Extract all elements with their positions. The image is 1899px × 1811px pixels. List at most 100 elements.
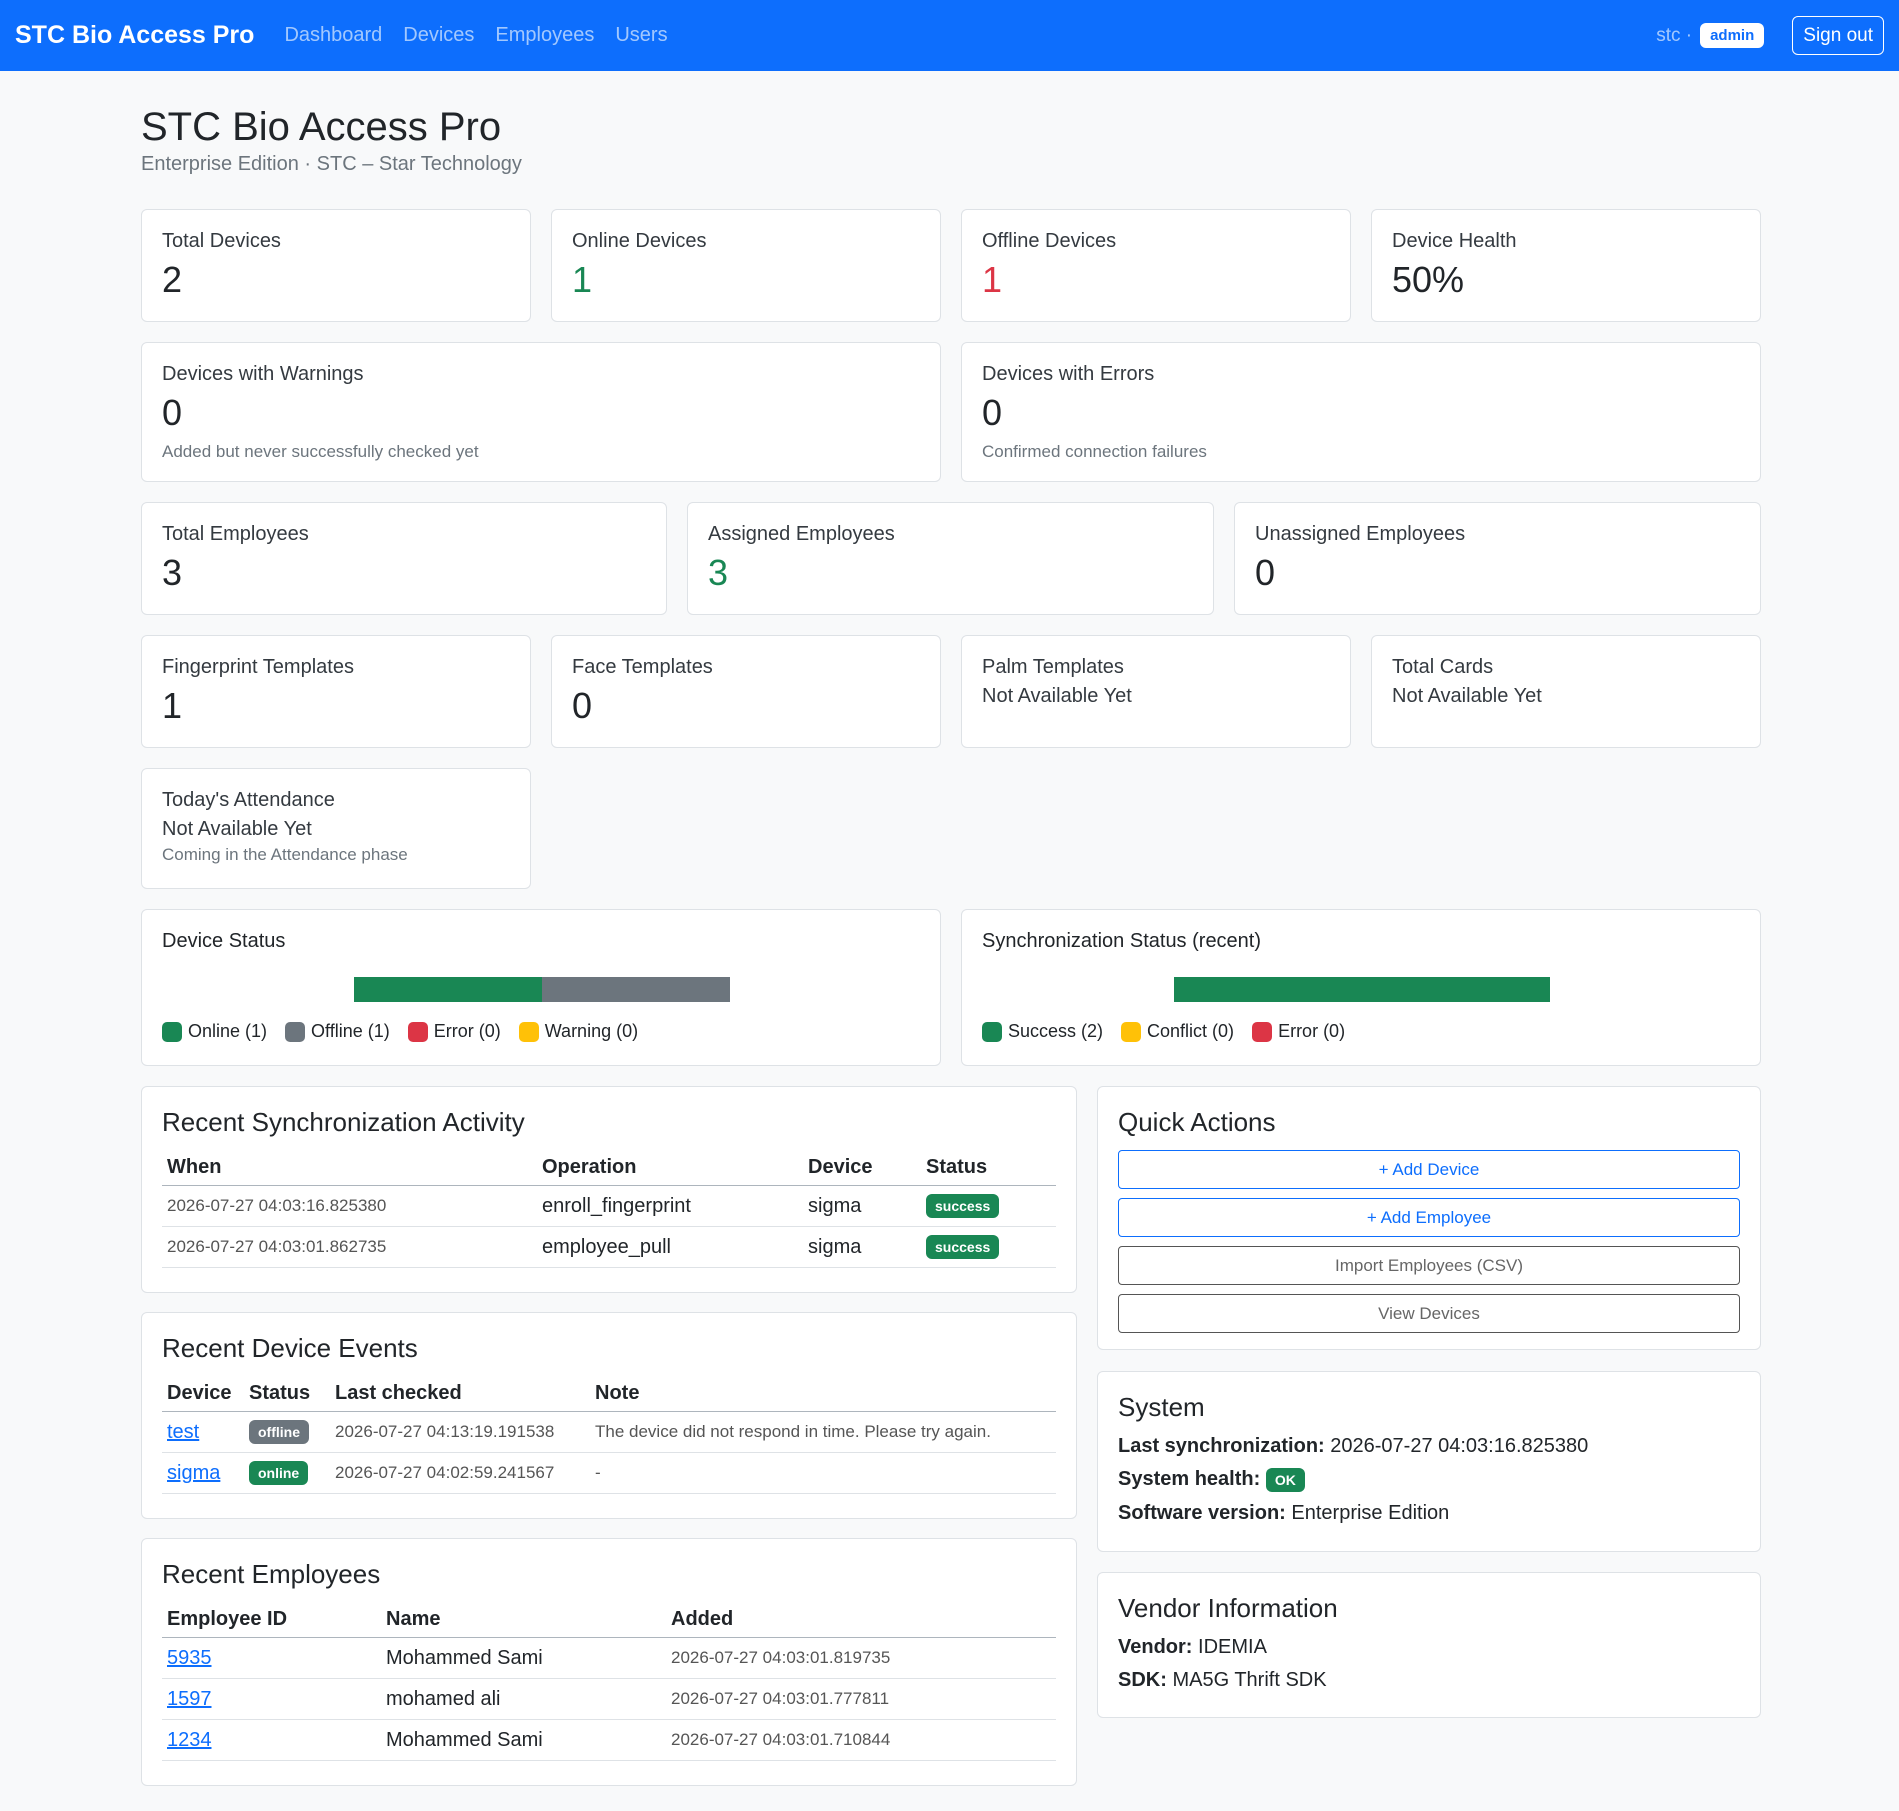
stat-note: Coming in the Attendance phase bbox=[162, 845, 408, 864]
status-cell: online bbox=[244, 1452, 330, 1494]
column-header: Operation bbox=[537, 1150, 803, 1186]
employee-id-cell: 1234 bbox=[162, 1719, 381, 1761]
stat-value: Not Available Yet bbox=[982, 685, 1132, 707]
stat-note: Added but never successfully checked yet bbox=[162, 442, 479, 461]
table-row: 1234 Mohammed Sami 2026-07-27 04:03:01.7… bbox=[162, 1719, 1056, 1761]
import-employees-button[interactable]: Import Employees (CSV) bbox=[1118, 1246, 1740, 1285]
stat-card-total-devices: Total Devices 2 bbox=[141, 209, 531, 322]
legend-label: Online (1) bbox=[188, 1021, 268, 1041]
last-sync-label: Last synchronization: bbox=[1118, 1435, 1325, 1457]
legend-swatch-icon bbox=[982, 1021, 1002, 1042]
status-badge: offline bbox=[249, 1420, 309, 1444]
device-status-card: Device Status Online (1) Offline (1) Error… bbox=[141, 909, 941, 1066]
sdk-row: SDK: MA5G Thrift SDK bbox=[1118, 1669, 1740, 1692]
recent-employees-table: Employee ID Name Added 5935 Mohammed Sam… bbox=[162, 1602, 1056, 1761]
brand-logo[interactable]: STC Bio Access Pro bbox=[15, 21, 254, 50]
stat-card-total-cards: Total Cards Not Available Yet bbox=[1371, 635, 1761, 748]
add-device-button[interactable]: + Add Device bbox=[1118, 1150, 1740, 1189]
stat-card-online-devices: Online Devices 1 bbox=[551, 209, 941, 322]
legend-swatch-icon bbox=[518, 1021, 539, 1042]
employee-link[interactable]: 5935 bbox=[167, 1647, 212, 1669]
employee-added: 2026-07-27 04:03:01.819735 bbox=[666, 1637, 1056, 1679]
legend-swatch-icon bbox=[162, 1021, 182, 1042]
stat-value: 3 bbox=[708, 552, 729, 593]
device-link-test[interactable]: test bbox=[167, 1421, 199, 1443]
event-note: The device did not respond in time. Plea… bbox=[590, 1411, 1056, 1453]
sync-device: sigma bbox=[803, 1185, 921, 1227]
nav-employees[interactable]: Employees bbox=[495, 24, 594, 47]
nav-dashboard[interactable]: Dashboard bbox=[284, 24, 382, 47]
stat-label: Online Devices bbox=[572, 230, 707, 252]
employee-added: 2026-07-27 04:03:01.710844 bbox=[666, 1719, 1056, 1761]
stat-label: Devices with Warnings bbox=[162, 363, 364, 385]
stat-label: Unassigned Employees bbox=[1255, 523, 1466, 545]
sdk-label: SDK: bbox=[1118, 1669, 1167, 1691]
nav-users[interactable]: Users bbox=[615, 24, 667, 47]
table-row: 2026-07-27 04:03:01.862735 employee_pull… bbox=[162, 1226, 1056, 1268]
device-cell: sigma bbox=[162, 1452, 244, 1494]
stat-card-warnings: Devices with Warnings 0 Added but never … bbox=[141, 342, 941, 482]
stat-value: Not Available Yet bbox=[1392, 685, 1542, 707]
stat-card-device-health: Device Health 50% bbox=[1371, 209, 1761, 322]
stat-card-palm-templates: Palm Templates Not Available Yet bbox=[961, 635, 1351, 748]
legend-label: Error (0) bbox=[1278, 1021, 1346, 1041]
sync-status-title: Synchronization Status (recent) bbox=[982, 930, 1262, 952]
bar-segment-offline bbox=[542, 977, 730, 1002]
add-employee-button[interactable]: + Add Employee bbox=[1118, 1198, 1740, 1237]
view-devices-button[interactable]: View Devices bbox=[1118, 1294, 1740, 1333]
stat-card-fingerprint-templates: Fingerprint Templates 1 bbox=[141, 635, 531, 748]
legend-label: Warning (0) bbox=[544, 1021, 639, 1041]
stat-value: 0 bbox=[982, 392, 1003, 433]
nav-user-area: stc · admin Sign out bbox=[1656, 16, 1884, 55]
stat-card-unassigned-employees: Unassigned Employees 0 bbox=[1234, 502, 1761, 615]
page-title: STC Bio Access Pro bbox=[141, 105, 502, 149]
stat-label: Devices with Errors bbox=[982, 363, 1155, 385]
sync-activity-card: Recent Synchronization Activity When Ope… bbox=[141, 1086, 1077, 1293]
column-header: Device bbox=[162, 1376, 244, 1412]
device-link-sigma[interactable]: sigma bbox=[167, 1462, 220, 1484]
stat-label: Total Devices bbox=[162, 230, 281, 252]
sync-when: 2026-07-27 04:03:01.862735 bbox=[162, 1226, 537, 1268]
legend-swatch-icon bbox=[407, 1021, 428, 1042]
legend-item: Error (0) bbox=[1252, 1021, 1345, 1042]
vendor-title: Vendor Information bbox=[1118, 1593, 1338, 1623]
stat-card-face-templates: Face Templates 0 bbox=[551, 635, 941, 748]
software-version-row: Software version: Enterprise Edition bbox=[1118, 1502, 1740, 1525]
table-row: 2026-07-27 04:03:16.825380 enroll_finger… bbox=[162, 1185, 1056, 1227]
stat-value: 1 bbox=[162, 685, 183, 726]
column-header: Added bbox=[666, 1602, 1056, 1638]
stat-card-errors: Devices with Errors 0 Confirmed connecti… bbox=[961, 342, 1761, 482]
stat-label: Total Employees bbox=[162, 523, 309, 545]
vendor-value: IDEMIA bbox=[1198, 1636, 1267, 1658]
legend-label: Success (2) bbox=[1008, 1021, 1104, 1041]
legend-item: Success (2) bbox=[982, 1021, 1103, 1042]
employee-link[interactable]: 1597 bbox=[167, 1688, 212, 1710]
status-badge: success bbox=[926, 1194, 1000, 1218]
vendor-row: Vendor: IDEMIA bbox=[1118, 1636, 1740, 1659]
legend-swatch-icon bbox=[1121, 1021, 1142, 1042]
software-version-label: Software version: bbox=[1118, 1502, 1286, 1524]
stat-value: 3 bbox=[162, 552, 183, 593]
recent-employees-card: Recent Employees Employee ID Name Added … bbox=[141, 1538, 1077, 1786]
stat-value: 0 bbox=[162, 392, 183, 433]
page-subtitle: Enterprise Edition · STC – Star Technolo… bbox=[141, 153, 522, 175]
employee-link[interactable]: 1234 bbox=[167, 1729, 212, 1751]
last-sync-value: 2026-07-27 04:03:16.825380 bbox=[1330, 1435, 1589, 1457]
table-row: test offline 2026-07-27 04:13:19.191538 … bbox=[162, 1411, 1056, 1453]
event-note: - bbox=[590, 1452, 1056, 1494]
legend-swatch-icon bbox=[1252, 1021, 1273, 1042]
sync-status-card: Synchronization Status (recent) Success … bbox=[961, 909, 1761, 1066]
device-status-title: Device Status bbox=[162, 930, 286, 952]
signout-button[interactable]: Sign out bbox=[1792, 16, 1884, 55]
top-navbar: STC Bio Access Pro Dashboard Devices Emp… bbox=[0, 0, 1899, 71]
status-cell: offline bbox=[244, 1411, 330, 1453]
stat-label: Today's Attendance bbox=[162, 789, 335, 811]
last-sync-row: Last synchronization: 2026-07-27 04:03:1… bbox=[1118, 1435, 1740, 1458]
sync-status-bar bbox=[1174, 977, 1550, 1002]
nav-devices[interactable]: Devices bbox=[403, 24, 474, 47]
column-header: Last checked bbox=[330, 1376, 590, 1412]
sync-when: 2026-07-27 04:03:16.825380 bbox=[162, 1185, 537, 1227]
stat-value: 2 bbox=[162, 259, 183, 300]
legend-item: Error (0) bbox=[407, 1021, 501, 1042]
legend-label: Offline (1) bbox=[311, 1021, 390, 1041]
